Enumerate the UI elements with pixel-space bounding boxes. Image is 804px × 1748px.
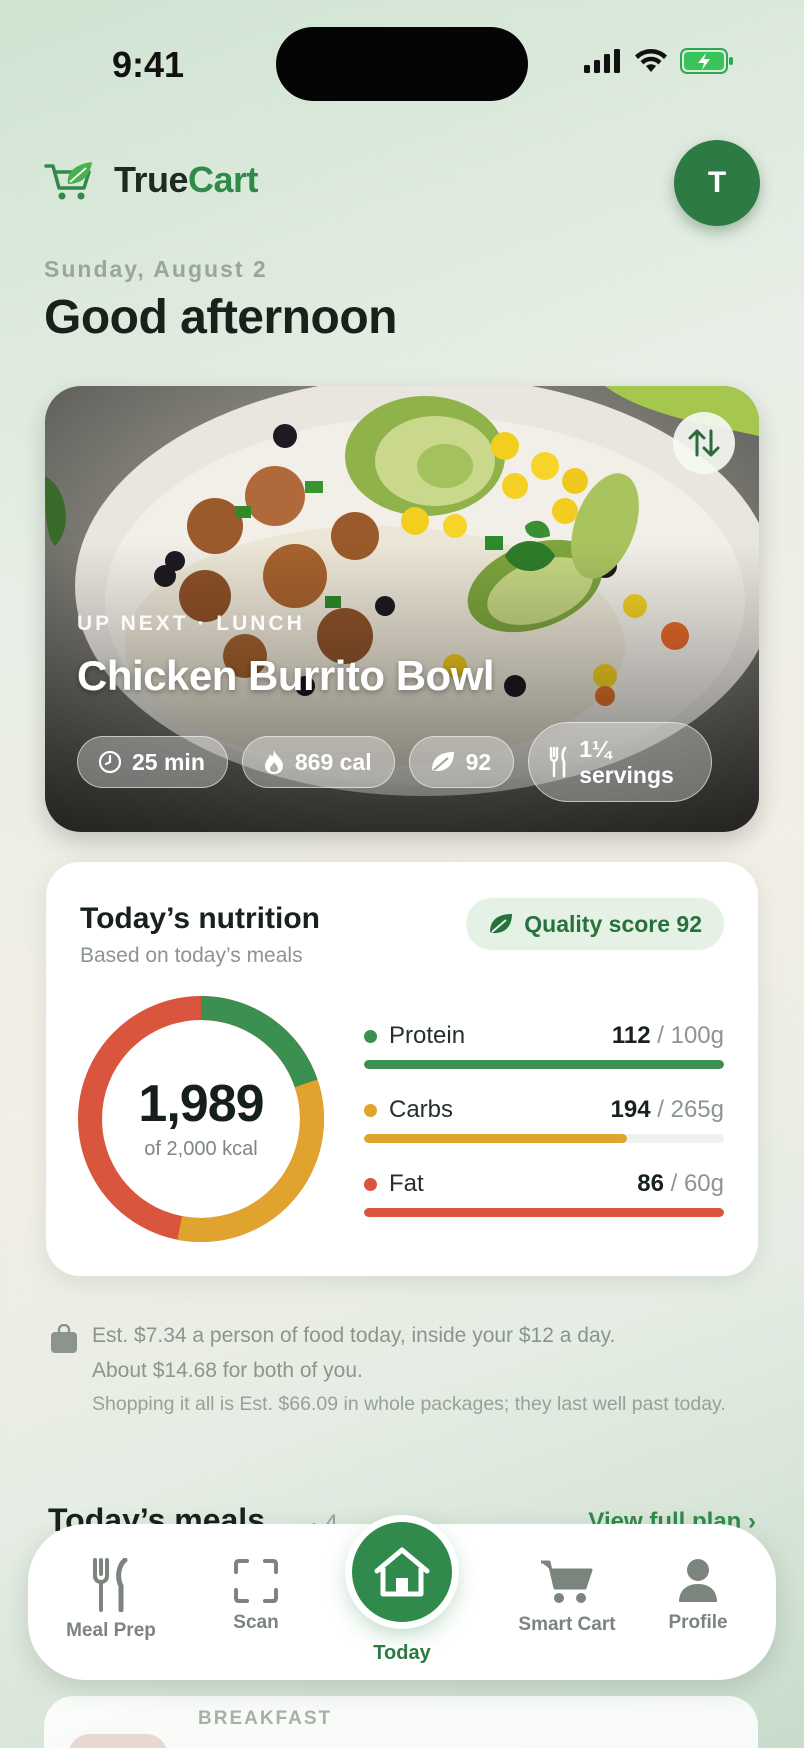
tab-label: Profile [668,1612,728,1633]
servings-chip: 1¼ servings [528,722,713,802]
nutrition-subtitle: Based on today’s meals [80,944,303,967]
status-bar: 9:41 [0,0,804,120]
kcal-value: 1,989 [138,1074,264,1133]
protein-dot [364,1029,377,1043]
meal-info-chips: 25 min 869 cal 92 1¼ servings [77,722,713,802]
macro-goal: / 100g [650,1022,724,1049]
scan-icon [234,1559,278,1603]
tab-label: Scan [233,1612,279,1633]
macro-protein: Protein 112 / 100g [364,1022,724,1096]
carbs-bar [364,1134,724,1143]
quality-score-badge[interactable]: Quality score 92 [466,898,724,950]
avatar[interactable]: T [674,140,760,226]
budget-line-1: Est. $7.34 a person of food today, insid… [92,1324,616,1347]
tab-label-today[interactable]: Today [352,1642,452,1665]
home-icon [374,1547,430,1597]
current-date: Sunday, August 2 [44,256,268,282]
tab-meal-prep[interactable]: Meal Prep [56,1558,166,1642]
battery-icon [680,48,733,74]
macro-label: Protein [389,1022,466,1049]
budget-line-2: About $14.68 for both of you. [92,1359,363,1382]
meal-thumbnail [68,1734,168,1748]
macro-value: 86 [637,1170,664,1197]
brand-logo[interactable]: TrueCart [44,158,259,202]
macro-goal: / 265g [650,1096,724,1123]
score-chip: 92 [408,736,515,788]
macro-goal: / 60g [663,1170,724,1197]
macro-label: Fat [389,1170,424,1197]
swap-arrows-icon [688,429,720,457]
macro-carbs: Carbs 194 / 265g [364,1096,724,1170]
person-icon [679,1559,717,1602]
shopping-bag-icon [51,1324,77,1353]
time-chip: 25 min [77,736,228,788]
nutrition-title: Today’s nutrition [80,902,320,935]
status-icons [584,48,734,74]
fat-dot [364,1177,377,1191]
clock-icon [98,750,122,774]
wifi-icon [635,49,667,72]
protein-bar [364,1060,724,1069]
up-next-meal-card[interactable]: UP NEXT · LUNCH Chicken Burrito Bowl 25 … [45,386,759,832]
calorie-summary: 1,989 of 2,000 kcal [78,996,324,1242]
fork-knife-icon [550,746,567,778]
macro-fat: Fat 86 / 60g [364,1170,724,1244]
dynamic-island [276,27,528,101]
app-header: TrueCart T [44,140,760,230]
cart-leaf-icon [44,162,92,200]
status-time: 9:41 [112,44,185,85]
brand-name: TrueCart [114,159,259,200]
fork-knife-icon [93,1558,128,1612]
meal-card-breakfast[interactable]: BREAKFAST [44,1696,758,1748]
tab-label: Smart Cart [518,1614,616,1635]
tab-label: Meal Prep [66,1620,156,1641]
macro-value: 112 [611,1022,651,1049]
cart-icon [541,1560,593,1603]
tab-today[interactable] [352,1522,452,1622]
fat-bar [364,1208,724,1217]
tab-profile[interactable]: Profile [650,1558,746,1634]
signal-icon [584,49,620,73]
macro-list: Protein 112 / 100g Carbs 194 / 265g Fat … [364,1022,724,1244]
flame-icon [264,750,283,774]
tab-smart-cart[interactable]: Smart Cart [492,1558,642,1636]
nutrition-card[interactable]: Today’s nutrition Based on today’s meals… [46,862,758,1276]
tab-scan[interactable]: Scan [208,1558,304,1634]
meal-type-label: BREAKFAST [198,1708,333,1729]
bottom-tab-bar: Meal Prep Scan Today Smart Cart Profile [28,1522,776,1680]
meal-title: Chicken Burrito Bowl [77,652,495,699]
macro-value: 194 [610,1096,651,1123]
carbs-dot [364,1103,377,1117]
kcal-goal: of 2,000 kcal [144,1137,258,1160]
greeting-title: Good afternoon [44,291,397,344]
swap-meal-button[interactable] [673,412,735,474]
up-next-label: UP NEXT · LUNCH [77,612,305,635]
leaf-icon [431,752,454,772]
macro-label: Carbs [389,1096,454,1123]
calories-chip: 869 cal [241,736,395,788]
leaf-icon [490,914,513,934]
budget-estimate: Est. $7.34 a person of food today, insid… [50,1318,750,1420]
budget-line-3: Shopping it all is Est. $66.09 in whole … [92,1393,726,1415]
